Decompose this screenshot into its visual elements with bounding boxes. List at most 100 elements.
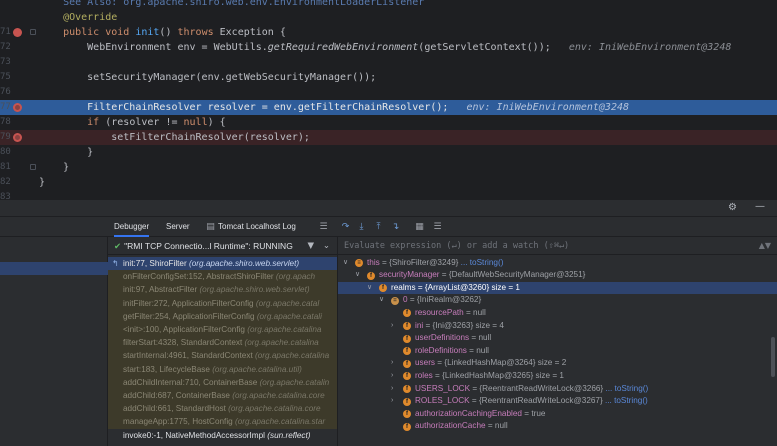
tab-tomcat-localhost-log[interactable]: Tomcat Localhost Log: [218, 217, 296, 237]
to-string-link[interactable]: ... toString(): [605, 396, 648, 405]
code-token: (getServletContext());: [418, 42, 563, 53]
breakpoint-icon[interactable]: [13, 103, 22, 112]
expanded-chevron-icon[interactable]: ∨: [355, 269, 360, 282]
debug-tool-window: ⚙ — Debugger Server ▤ Tomcat Localhost L…: [0, 200, 777, 446]
variable-row[interactable]: f authorizationCachingEnabled = true: [338, 408, 777, 421]
line-number[interactable]: 72: [0, 40, 11, 55]
variable-value: = true: [521, 408, 546, 418]
line-number[interactable]: 71: [0, 25, 11, 40]
settings-gear-icon[interactable]: ⚙: [728, 202, 737, 213]
variable-row[interactable]: › f roles = {LinkedHashMap@3265} size = 1: [338, 370, 777, 383]
stack-frame[interactable]: addChild:661, StandardHost (org.apache.c…: [108, 402, 337, 416]
stack-frame[interactable]: startInternal:4961, StandardContext (org…: [108, 349, 337, 363]
code-line[interactable]: 83: [0, 190, 777, 200]
code-editor[interactable]: See Also: org.apache.shiro.web.env.Envir…: [0, 0, 777, 200]
debugger-settings-icon[interactable]: ☰: [432, 222, 443, 232]
variable-row[interactable]: f authorizationCache = null: [338, 420, 777, 433]
code-line[interactable]: 73: [0, 55, 777, 70]
line-number[interactable]: 77: [0, 100, 11, 115]
tab-server[interactable]: Server: [166, 217, 190, 237]
collapsed-chevron-icon[interactable]: ›: [391, 370, 393, 383]
code-token: throws: [177, 27, 220, 38]
expanded-chevron-icon[interactable]: ∨: [343, 257, 348, 270]
stack-frame[interactable]: ↰ init:77, ShiroFilter (org.apache.shiro.…: [108, 257, 337, 271]
collapsed-chevron-icon[interactable]: ›: [391, 395, 393, 408]
line-number[interactable]: 78: [0, 115, 11, 130]
fold-icon[interactable]: [30, 29, 36, 35]
step-out-icon[interactable]: ⤒: [373, 222, 384, 232]
stack-frame[interactable]: filterStart:4328, StandardContext (org.a…: [108, 336, 337, 350]
stack-frame[interactable]: getFilter:254, ApplicationFilterConfig (…: [108, 309, 337, 323]
variable-row[interactable]: › f ini = {Ini@3263} size = 4: [338, 320, 777, 333]
breakpoint-icon[interactable]: [13, 133, 22, 142]
variable-row[interactable]: ∨ f securityManager = {DefaultWebSecurityM…: [338, 269, 777, 282]
stack-frame[interactable]: addChildInternal:710, ContainerBase (org…: [108, 375, 337, 389]
collapsed-chevron-icon[interactable]: ›: [391, 357, 393, 370]
frame-package: (org.apache.catalina.core: [232, 391, 325, 400]
override-marker-icon[interactable]: [13, 28, 22, 37]
to-string-link[interactable]: ... toString(): [461, 258, 504, 267]
code-line[interactable]: 80 }: [0, 145, 777, 160]
code-line[interactable]: 77 FilterChainResolver resolver = env.ge…: [0, 100, 777, 115]
code-line[interactable]: 72 WebEnvironment env = WebUtils.getRequ…: [0, 40, 777, 55]
expanded-chevron-icon[interactable]: ∨: [379, 294, 384, 307]
code-line[interactable]: See Also: org.apache.shiro.web.env.Envir…: [0, 0, 777, 10]
stack-frame[interactable]: init:97, AbstractFilter (org.apache.shir…: [108, 283, 337, 297]
fold-icon[interactable]: [30, 164, 36, 170]
variable-row[interactable]: f resourcePath = null: [338, 307, 777, 320]
stack-frame[interactable]: invoke0:-1, NativeMethodAccessorImpl (su…: [108, 428, 337, 442]
line-number[interactable]: 80: [0, 145, 11, 160]
code-line[interactable]: 71 public void init() throws Exception {: [0, 25, 777, 40]
evaluate-expression-input[interactable]: Evaluate expression (↵) or add a watch (…: [338, 237, 777, 255]
step-over-icon[interactable]: ↷: [340, 222, 351, 232]
to-string-link[interactable]: ... toString(): [605, 384, 648, 393]
code-line[interactable]: 78 if (resolver != null) {: [0, 115, 777, 130]
variable-row[interactable]: ∨ ≡ this = {ShiroFilter@3249} ... toString…: [338, 257, 777, 270]
variable-row[interactable]: › f ROLES_LOCK = {ReentrantReadWriteLock@3…: [338, 395, 777, 408]
stack-frame[interactable]: start:183, LifecycleBase (org.apache.cat…: [108, 362, 337, 376]
stack-frame[interactable]: onFilterConfigSet:152, AbstractShiroFilt…: [108, 270, 337, 284]
filter-icon[interactable]: ▼: [307, 237, 314, 255]
step-into-icon[interactable]: ⤓: [356, 222, 367, 232]
hide-panel-icon[interactable]: —: [755, 201, 765, 212]
line-number[interactable]: 76: [0, 85, 11, 100]
more-options-icon[interactable]: ▲▼: [759, 237, 771, 255]
debug-sessions-pane: [0, 237, 108, 446]
line-number[interactable]: 79: [0, 130, 11, 145]
line-number[interactable]: 82: [0, 175, 11, 190]
stack-frame[interactable]: manageApp:1775, HostConfig (org.apache.c…: [108, 415, 337, 429]
field-icon: f: [379, 284, 387, 293]
code-line[interactable]: 75 setSecurityManager(env.getWebSecurity…: [0, 70, 777, 85]
line-number[interactable]: 75: [0, 70, 11, 85]
stack-frame[interactable]: addChild:687, ContainerBase (org.apache.…: [108, 389, 337, 403]
selected-session-row[interactable]: [0, 262, 108, 275]
line-number[interactable]: 81: [0, 160, 11, 175]
collapsed-chevron-icon[interactable]: ›: [391, 320, 393, 333]
expanded-chevron-icon[interactable]: ∨: [367, 282, 372, 295]
thread-selector[interactable]: ✔ "RMI TCP Connectio...l Runtime": RUNNIN…: [108, 237, 337, 255]
code-line[interactable]: @Override: [0, 10, 777, 25]
code-line[interactable]: 79 setFilterChainResolver(resolver);: [0, 130, 777, 145]
variable-row[interactable]: ∨ = 0 = {IniRealm@3262}: [338, 294, 777, 307]
stack-frame[interactable]: <init>:100, ApplicationFilterConfig (org…: [108, 323, 337, 337]
code-line[interactable]: 81 }: [0, 160, 777, 175]
tab-debugger[interactable]: Debugger: [114, 217, 150, 237]
code-line[interactable]: 76: [0, 85, 777, 100]
variable-row[interactable]: › f USERS_LOCK = {ReentrantReadWriteLock@3…: [338, 383, 777, 396]
variable-row[interactable]: f userDefinitions = null: [338, 332, 777, 345]
variable-text: users = {LinkedHashMap@3264} size = 2: [415, 357, 566, 370]
variable-row[interactable]: f roleDefinitions = null: [338, 345, 777, 358]
chevron-down-icon[interactable]: ⌄: [323, 237, 330, 255]
run-to-cursor-icon[interactable]: ↴: [390, 222, 401, 232]
variable-row[interactable]: ∨ f realms = {ArrayList@3260} size = 1: [338, 281, 777, 295]
line-number[interactable]: 73: [0, 55, 11, 70]
line-number[interactable]: 83: [0, 190, 11, 200]
variable-row[interactable]: › f users = {LinkedHashMap@3264} size = 2: [338, 357, 777, 370]
code-line[interactable]: 82}: [0, 175, 777, 190]
more-tabs-menu-icon[interactable]: ☰: [318, 222, 329, 232]
stack-frame[interactable]: initFilter:272, ApplicationFilterConfig …: [108, 296, 337, 310]
collapsed-chevron-icon[interactable]: ›: [391, 383, 393, 396]
variables-scrollbar[interactable]: [771, 337, 775, 377]
frame-package: (org.apache.catali: [256, 311, 322, 321]
evaluate-expression-icon[interactable]: ▦: [414, 222, 425, 232]
